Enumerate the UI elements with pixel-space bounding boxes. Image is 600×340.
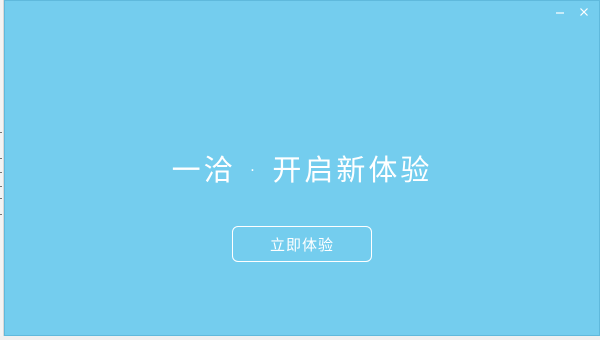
try-now-button[interactable]: 立即体验 xyxy=(232,226,372,262)
background-window-bottom xyxy=(0,336,600,340)
close-icon xyxy=(580,8,588,16)
minimize-button[interactable] xyxy=(553,5,567,19)
welcome-headline: 一洽 · 开启新体验 xyxy=(171,153,433,187)
welcome-dialog: 一洽 · 开启新体验 立即体验 xyxy=(4,0,600,336)
minimize-icon xyxy=(556,12,564,14)
window-controls xyxy=(553,5,591,19)
close-button[interactable] xyxy=(577,5,591,19)
